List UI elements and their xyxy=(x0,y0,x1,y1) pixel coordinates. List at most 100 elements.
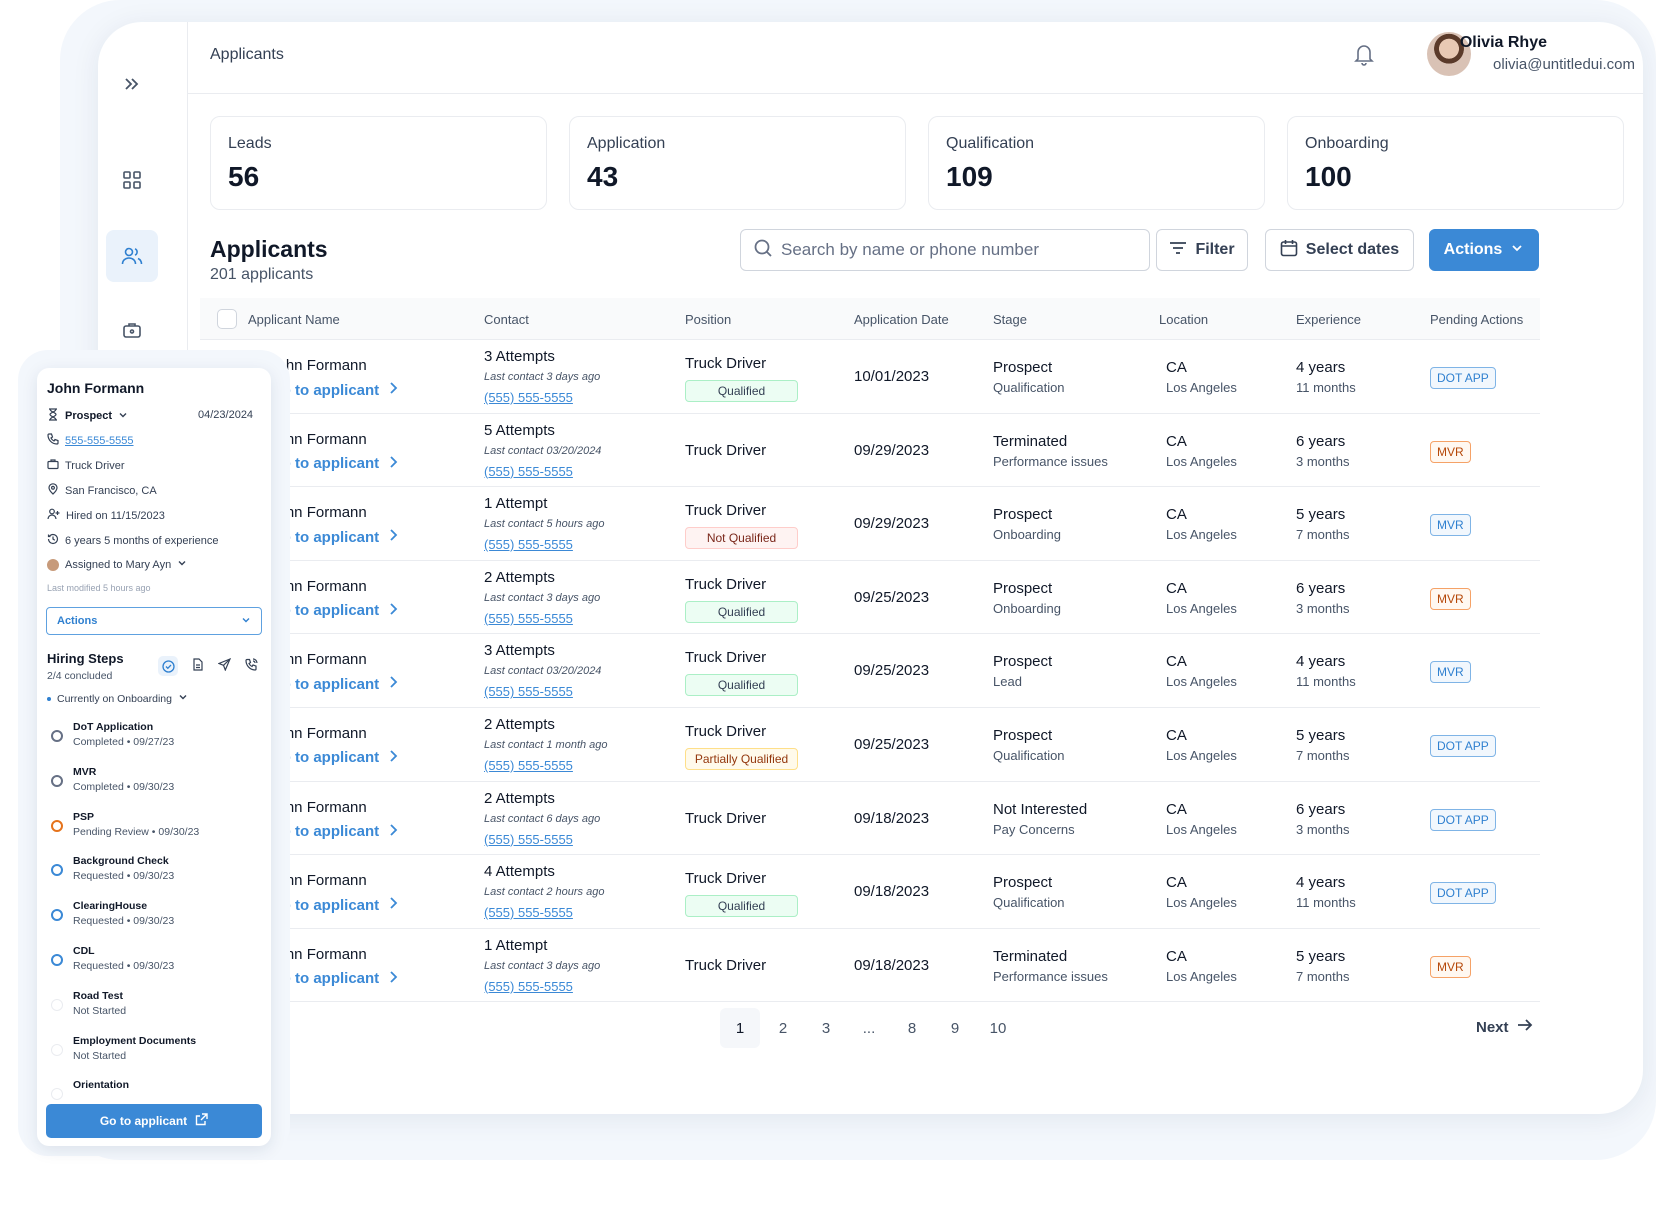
header-position[interactable]: Position xyxy=(685,312,731,327)
experience-years: 5 years xyxy=(1296,506,1346,524)
page-button: ... xyxy=(862,1019,876,1037)
step-text: MVR Completed • 09/30/23 xyxy=(73,766,174,793)
page-button[interactable]: 3 xyxy=(806,1008,846,1048)
assignee-avatar xyxy=(47,558,59,571)
actions-button[interactable]: Actions xyxy=(1429,229,1539,271)
stage: Prospect xyxy=(993,359,1053,376)
step-title: Employment Documents xyxy=(73,1034,197,1047)
side-hired-row: Hired on 11/15/2023 xyxy=(47,508,165,523)
select-dates-button[interactable]: Select dates xyxy=(1265,229,1414,271)
header-contact[interactable]: Contact xyxy=(484,312,529,327)
pending-action-badge[interactable]: MVR xyxy=(1430,440,1471,463)
pending-action-badge[interactable]: MVR xyxy=(1430,955,1471,978)
table-row[interactable]: John Formann Go to applicant 3 Attempts … xyxy=(200,340,1540,414)
pending-action-badge[interactable]: DOT APP xyxy=(1430,808,1496,831)
location-city: Los Angeles xyxy=(1166,527,1237,543)
page-button[interactable]: 9 xyxy=(935,1008,975,1048)
stat-card-onboarding[interactable]: Onboarding 100 xyxy=(1287,116,1624,210)
phone-link[interactable]: (555) 555-5555 xyxy=(484,390,573,405)
side-phone-row: 555-555-5555 xyxy=(47,433,134,448)
step-text: Employment Documents Not Started xyxy=(73,1035,196,1062)
table-row[interactable]: John Formann Go to applicant 2 Attempts … xyxy=(200,782,1540,856)
hiring-step[interactable]: MVR Completed • 09/30/23 xyxy=(51,766,174,793)
actions-label: Actions xyxy=(1443,241,1503,258)
last-contact: Last contact 3 days ago xyxy=(484,371,601,383)
table-row[interactable]: John Formann Go to applicant 3 Attempts … xyxy=(200,634,1540,708)
hiring-step[interactable]: DoT Application Completed • 09/27/23 xyxy=(51,721,174,748)
header-location[interactable]: Location xyxy=(1159,312,1208,327)
hiring-step[interactable]: Background Check Requested • 09/30/23 xyxy=(51,855,174,882)
side-applicant-name: John Formann xyxy=(47,380,145,396)
header-application-date[interactable]: Application Date xyxy=(854,312,949,327)
pending-action-badge[interactable]: MVR xyxy=(1430,514,1471,537)
step-subtitle: Pending Review • 09/30/23 xyxy=(73,825,200,838)
select-all-checkbox[interactable] xyxy=(217,309,237,329)
table-row[interactable]: John Formann Go to applicant 5 Attempts … xyxy=(200,414,1540,488)
table-row[interactable]: John Formann Go to applicant 2 Attempts … xyxy=(200,708,1540,782)
expand-icon[interactable] xyxy=(106,58,158,110)
table-row[interactable]: John Formann Go to applicant 4 Attempts … xyxy=(200,855,1540,929)
hiring-step[interactable]: ClearingHouse Requested • 09/30/23 xyxy=(51,900,174,927)
header-pending-actions[interactable]: Pending Actions xyxy=(1430,312,1523,327)
page-button[interactable]: 8 xyxy=(892,1008,932,1048)
application-date: 09/25/2023 xyxy=(854,588,930,606)
side-phone-link[interactable]: 555-555-5555 xyxy=(65,435,134,447)
header-experience[interactable]: Experience xyxy=(1296,312,1361,327)
document-icon[interactable] xyxy=(192,658,204,674)
assignee-dropdown[interactable]: Assigned to Mary Ayn xyxy=(47,558,187,571)
table-row[interactable]: John Formann Go to applicant 1 Attempt L… xyxy=(200,929,1540,1003)
filter-button[interactable]: Filter xyxy=(1156,229,1248,271)
stat-card-application[interactable]: Application 43 xyxy=(569,116,906,210)
search-icon xyxy=(753,238,773,263)
phone-link[interactable]: (555) 555-5555 xyxy=(484,758,573,773)
check-circle-icon[interactable] xyxy=(158,656,178,676)
phone-link[interactable]: (555) 555-5555 xyxy=(484,684,573,699)
pending-action-badge[interactable]: MVR xyxy=(1430,661,1471,684)
page-button[interactable]: 10 xyxy=(978,1008,1018,1048)
applicants-icon[interactable] xyxy=(106,230,158,282)
hiring-step[interactable]: PSP Pending Review • 09/30/23 xyxy=(51,811,199,838)
phone-link[interactable]: (555) 555-5555 xyxy=(484,464,573,479)
hiring-step[interactable]: Employment Documents Not Started xyxy=(51,1035,196,1062)
history-icon xyxy=(47,533,59,548)
header-stage[interactable]: Stage xyxy=(993,312,1027,327)
phone-link[interactable]: (555) 555-5555 xyxy=(484,832,573,847)
send-icon[interactable] xyxy=(217,657,232,674)
side-go-to-applicant-button[interactable]: Go to applicant xyxy=(46,1104,262,1138)
qualification-badge: Qualified xyxy=(685,674,798,697)
current-stage-dropdown[interactable]: Currently on Onboarding xyxy=(47,692,188,705)
pending-action-badge[interactable]: MVR xyxy=(1430,587,1471,610)
next-button[interactable]: Next xyxy=(1476,1018,1533,1036)
step-subtitle: Requested • 09/30/23 xyxy=(73,870,175,883)
header-applicant-name[interactable]: Applicant Name xyxy=(248,312,340,327)
search-input[interactable] xyxy=(781,240,1121,260)
side-actions-dropdown[interactable]: Actions xyxy=(46,607,262,635)
pending-action-badge[interactable]: DOT APP xyxy=(1430,367,1496,389)
table-row[interactable]: John Formann Go to applicant 2 Attempts … xyxy=(200,561,1540,635)
stat-card-qualification[interactable]: Qualification 109 xyxy=(928,116,1265,210)
step-text: ClearingHouse Requested • 09/30/23 xyxy=(73,900,174,927)
phone-link[interactable]: (555) 555-5555 xyxy=(484,611,573,626)
page-button[interactable]: 2 xyxy=(763,1008,803,1048)
phone-link[interactable]: (555) 555-5555 xyxy=(484,537,573,552)
briefcase-icon[interactable] xyxy=(106,304,158,356)
hiring-step[interactable]: Road Test Not Started xyxy=(51,990,126,1017)
page-button[interactable]: 1 xyxy=(720,1008,760,1048)
table-row[interactable]: John Formann Go to applicant 1 Attempt L… xyxy=(200,487,1540,561)
bell-icon[interactable] xyxy=(1353,42,1375,71)
pending-action-badge[interactable]: DOT APP xyxy=(1430,882,1496,905)
arrow-right-icon xyxy=(1517,1018,1533,1036)
dashboard-icon[interactable] xyxy=(106,154,158,206)
experience-years: 5 years xyxy=(1296,726,1346,744)
stage-dropdown[interactable]: Prospect xyxy=(47,408,128,424)
side-position: Truck Driver xyxy=(65,459,125,472)
hiring-step[interactable]: Orientation xyxy=(51,1079,129,1101)
location-state: CA xyxy=(1166,506,1187,524)
pending-action-badge[interactable]: DOT APP xyxy=(1430,734,1496,757)
phone-call-icon[interactable] xyxy=(245,658,258,674)
phone-link[interactable]: (555) 555-5555 xyxy=(484,979,573,994)
stat-card-leads[interactable]: Leads 56 xyxy=(210,116,547,210)
hiring-step[interactable]: CDL Requested • 09/30/23 xyxy=(51,945,174,972)
phone-link[interactable]: (555) 555-5555 xyxy=(484,905,573,920)
qualification-badge: Partially Qualified xyxy=(685,747,798,770)
